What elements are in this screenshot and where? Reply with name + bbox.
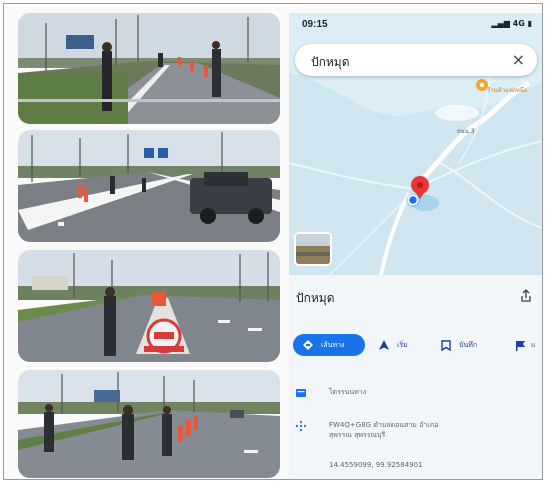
photo-officers-roadblock bbox=[18, 370, 280, 478]
map-road-label: ถนน 3 bbox=[457, 128, 475, 135]
save-label: บันทึก bbox=[459, 340, 478, 349]
photo-roadside-officers bbox=[18, 13, 280, 124]
directions-icon bbox=[303, 340, 313, 350]
search-bar[interactable]: ปักหมุด × bbox=[295, 44, 537, 76]
directions-label: เส้นทาง bbox=[321, 340, 345, 349]
share-icon[interactable] bbox=[519, 289, 533, 303]
status-time: 09:15 bbox=[302, 19, 328, 30]
info-line-2b: สุพรรณ สุพรรณบุรี bbox=[329, 431, 386, 439]
start-label: เริ่ม bbox=[397, 340, 408, 349]
save-button[interactable]: บันทึก bbox=[441, 334, 477, 356]
more-action-label: แ bbox=[531, 340, 536, 349]
place-sheet: ปักหมุด เส้นทาง เริ่ม บันทึก แ ไดรรนนทาง… bbox=[289, 275, 542, 479]
map-poi-label[interactable]: ร้านค้าแห่งหนึ่ง bbox=[487, 85, 527, 95]
photo-road-with-pickup bbox=[18, 130, 280, 242]
plus-code-icon bbox=[295, 420, 307, 432]
current-location-icon bbox=[406, 193, 420, 207]
search-query[interactable]: ปักหมุด bbox=[311, 53, 350, 72]
status-bar: 09:15 ▂▄▆ 4G ▮ bbox=[289, 16, 542, 34]
photo-checkpoint-stop-sign bbox=[18, 250, 280, 362]
network-type: 4G bbox=[512, 19, 525, 28]
start-button[interactable]: เริ่ม bbox=[379, 334, 408, 356]
directions-button[interactable]: เส้นทาง bbox=[293, 334, 365, 356]
info-line-1: ไดรรนนทาง bbox=[329, 388, 367, 396]
card-icon bbox=[296, 389, 306, 397]
close-icon[interactable]: × bbox=[512, 50, 525, 69]
navigation-icon bbox=[379, 340, 389, 350]
street-view-thumbnail[interactable] bbox=[294, 232, 332, 266]
map-view[interactable]: 09:15 ▂▄▆ 4G ▮ ปักหมุด × ร้านค้าแห่งหนึ่… bbox=[289, 13, 542, 275]
flag-icon bbox=[516, 340, 525, 351]
signal-indicator: ▂▄▆ 4G ▮ bbox=[491, 19, 532, 28]
google-maps-screenshot: 09:15 ▂▄▆ 4G ▮ ปักหมุด × ร้านค้าแห่งหนึ่… bbox=[289, 13, 542, 479]
more-action-button[interactable]: แ bbox=[515, 334, 536, 356]
place-title: ปักหมุด bbox=[296, 291, 335, 305]
bookmark-icon bbox=[441, 339, 451, 351]
coordinates-text: 14.4559099, 99.92584901 bbox=[329, 461, 423, 469]
screenshot-frame: 09:15 ▂▄▆ 4G ▮ ปักหมุด × ร้านค้าแห่งหนึ่… bbox=[3, 3, 543, 480]
